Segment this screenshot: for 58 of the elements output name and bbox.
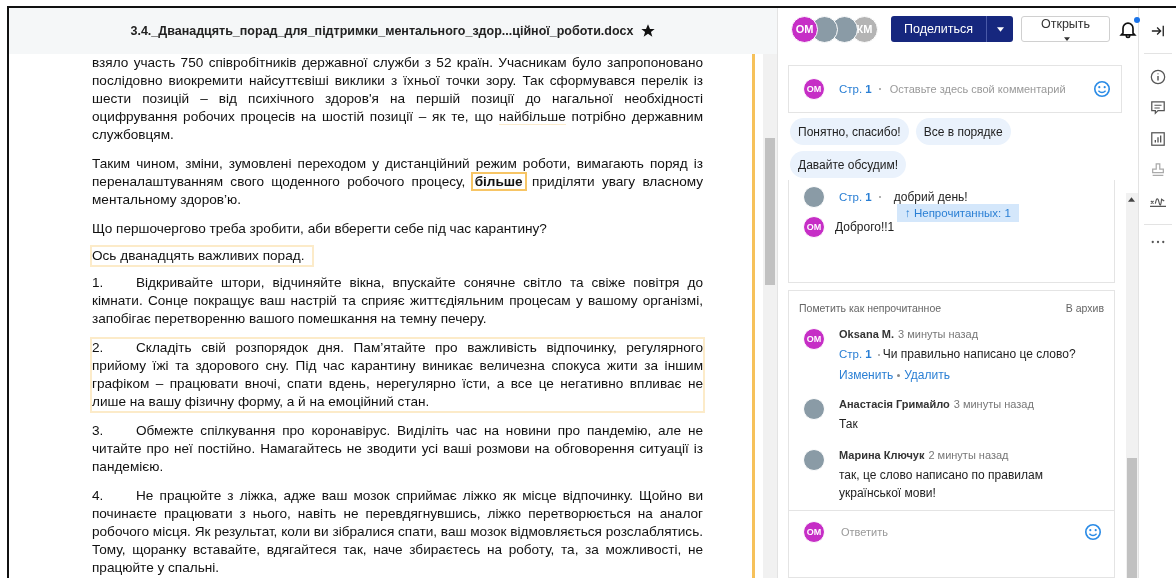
comment-action-link[interactable]: Изменить — [839, 368, 894, 382]
notifications-button[interactable] — [1118, 18, 1138, 40]
star-icon[interactable] — [639, 23, 656, 39]
mark-unread-link[interactable]: Пометить как непрочитанное — [799, 302, 942, 314]
collapse-panel-icon[interactable] — [1150, 24, 1165, 38]
caret-icon — [996, 27, 1004, 32]
user-avatar: ОМ — [803, 328, 825, 350]
timestamp: 2 минуты назад — [928, 449, 1009, 461]
quick-reply-chip[interactable]: Понятно, спасибо! — [790, 118, 909, 145]
list-item-text: 1. Відкривайте штори, відчиняйте вікна, впускайте сонячне світло та свіже повітря до кімнати. Сонце покращує ваш настрій та сприяє життєдіяльним процесам у вашому організмі, запобігає перетворенню вашого помешкання на темну печеру. — [91, 274, 704, 328]
comment-text: Чи правильно написано це слово? — [882, 347, 1076, 361]
comment-text: так, це слово написано по правилам української мови! — [839, 468, 1043, 500]
comment-composer[interactable]: ОМ Стр. 1 Оставьте здесь свой комментарий — [788, 65, 1123, 113]
timestamp: 3 минуты назад — [898, 328, 979, 340]
scrollbar[interactable] — [763, 54, 777, 578]
avatar-photo — [803, 449, 825, 471]
separator-dot — [897, 373, 901, 377]
list-item-text: 2. Складіть свій розпорядок дня. Пам’ятайте про важливість відпочинку, регулярного прийому їжі та здорового сну. Під час карантину виникає величезна спокуса жити за іншим графіком – працювати вночі, спати вдень, нерегулярно їсти, а все це негативно впливає не лише на вашу фізичну форму, а й на емоційний стан. — [90, 337, 705, 413]
document-title: 3.4._Дванадцять_порад_для_підтримки_ментального_здор...ційної_роботи.docx — [130, 24, 634, 38]
author-name: Oksana M. — [839, 328, 895, 340]
timestamp: 3 минуты назад — [953, 398, 1034, 410]
share-dropdown-button[interactable] — [986, 16, 1014, 42]
scrollbar[interactable] — [1126, 193, 1138, 578]
caret-icon — [1064, 36, 1070, 41]
paragraph-text: Таким чином, зміни, зумовлені переходом у дистанційний режим роботи, вимагають поряд із переналаштуванням свого щоденного робочого процесу, більше приділяти увагу власному ментальному здоров’ю. — [91, 155, 704, 209]
page-link[interactable]: Стр. 1 — [839, 83, 872, 95]
avatar-photo — [803, 186, 825, 208]
user-avatar: ОМ — [803, 78, 825, 100]
quick-reply-chip[interactable]: Все в порядке — [915, 118, 1011, 145]
more-icon[interactable] — [1150, 240, 1165, 244]
emoji-icon[interactable] — [1093, 80, 1112, 98]
scroll-up-icon[interactable] — [1128, 197, 1136, 202]
comment-action-link[interactable]: Удалить — [904, 368, 950, 382]
emoji-icon[interactable] — [1084, 523, 1102, 541]
user-avatar: ОМ — [803, 216, 825, 238]
avatar-photo — [803, 398, 825, 420]
list-item-text: 3. Обмежте спілкування про коронавірус. Виділіть час на новини про пандемію, але не читайте про неї постійно. Намагайтесь не зводити усі ваші розмови на обговорення ситуації із пандемією. — [91, 422, 704, 476]
comment-text: Доброго!!1 — [835, 220, 895, 234]
info-icon[interactable] — [1149, 69, 1166, 85]
user-avatar[interactable]: ОМ — [791, 15, 818, 43]
user-avatar: ОМ — [803, 521, 825, 543]
comment-icon[interactable] — [1149, 100, 1166, 116]
page-link[interactable]: Стр. 1 — [839, 191, 872, 203]
paragraph-text: Ось дванадцять важливих порад. — [90, 245, 315, 267]
unread-badge[interactable]: ↑ Непрочитанных: 1 — [897, 204, 1019, 222]
author-name: Марина Ключук — [839, 449, 925, 461]
share-button[interactable]: Поделиться — [891, 16, 987, 42]
archive-link[interactable]: В архив — [1065, 302, 1104, 314]
author-name: Анастасія Гримайло — [839, 398, 950, 410]
list-item-text: 4. Не працюйте з ліжка, адже ваш мозок сприймає ліжко як місце відпочинку. Щойно ви починаєте працювати з нього, навіть не перевдягнувшись, ліжко перетворюється на аналог робочого місця. Як результат, коли ви зібралися спати, ваш мозок відмовляється розслаблятись. Тому, щоранку вставайте, вдягайтеся так, наче збираєтесь на роботу, та, за можливості, не працюйте у спальні. — [91, 487, 704, 577]
open-button[interactable]: Открыть — [1021, 16, 1110, 42]
chart-icon[interactable] — [1149, 131, 1166, 147]
page-link[interactable]: Стр. 1 — [839, 348, 872, 360]
paragraph-text: Що першочергово треба зробити, аби вберегти себе під час карантину? — [91, 220, 548, 238]
paragraph-text: взяло участь 750 співробітників державної служби з 52 країн. Учасникам було запропоновано послідовно виокремити найсуттєвіші виклики з їхньої точки зору. Так сформувався перелік із шести позицій – від психічного здоров'я на першій позиції до нагальної необхідності оцифрування робочих процесів на шостій позиції – як те, що найбільше потрібно державним службовцям. — [91, 54, 704, 144]
quick-reply-chip[interactable]: Давайте обсудим! — [790, 151, 907, 178]
comment-text: добрий день! — [893, 190, 968, 204]
comment-text: Так — [839, 417, 858, 431]
